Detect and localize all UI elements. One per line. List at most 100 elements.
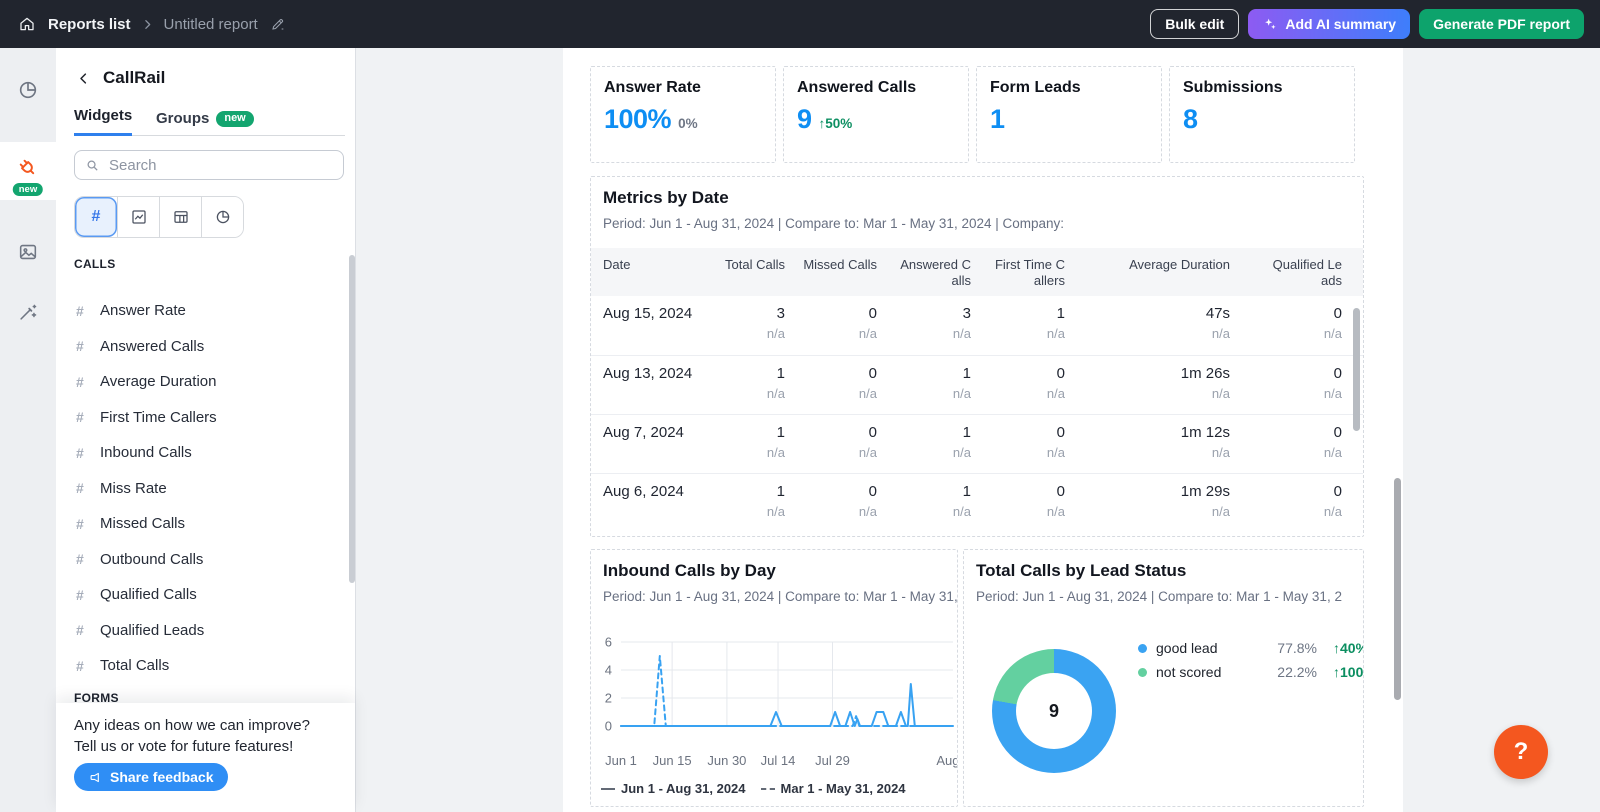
widget-list-item[interactable]: #Total Calls (56, 648, 355, 684)
pie-chart-icon (214, 208, 232, 226)
widget-item-label: Missed Calls (100, 515, 185, 532)
icon-rail: new (0, 48, 56, 812)
metric-card-title: Answered Calls (797, 79, 968, 97)
metric-card-value: 100% (604, 104, 671, 135)
metric-card-value: 8 (1183, 104, 1198, 135)
widget-list-item[interactable]: #Answered Calls (56, 329, 355, 365)
widget-list-item[interactable]: #First Time Callers (56, 400, 355, 436)
generate-pdf-button[interactable]: Generate PDF report (1419, 9, 1584, 39)
metrics-by-date-widget[interactable]: Metrics by Date Period: Jun 1 - Aug 31, … (590, 176, 1364, 537)
cell-compare-value: n/a (717, 504, 785, 519)
image-icon (17, 241, 39, 263)
rail-widgets-item[interactable] (0, 62, 56, 118)
table-row[interactable]: Aug 13, 20241n/a0n/a1n/a0n/a1m 26sn/a0n/… (591, 355, 1363, 414)
cell-value: 0 (1238, 365, 1342, 382)
widget-list-item[interactable]: #Qualified Calls (56, 577, 355, 613)
widget-item-label: Outbound Calls (100, 551, 203, 568)
cell-compare-value: n/a (979, 504, 1065, 519)
tab-groups-label: Groups (156, 110, 209, 127)
edit-pencil-icon[interactable] (268, 14, 288, 34)
metric-card[interactable]: Answer Rate100%0% (590, 66, 776, 163)
filter-number-widgets-button[interactable]: # (75, 197, 117, 237)
x-axis-tick: Jun 1 (605, 753, 637, 768)
cell-value: 3 (717, 305, 785, 322)
widget-title: Inbound Calls by Day (603, 561, 776, 581)
hash-icon: # (76, 551, 88, 567)
feedback-text: Any ideas on how we can improve? Tell us… (74, 715, 310, 757)
main-scrollbar[interactable] (1394, 478, 1401, 700)
cell-value: Aug 7, 2024 (603, 424, 709, 441)
cell-compare-value: n/a (979, 386, 1065, 401)
metric-card[interactable]: Answered Calls 9 ↑50% (783, 66, 969, 163)
widget-period: Period: Jun 1 - Aug 31, 2024 | Compare t… (603, 216, 1064, 231)
metric-card-value: 9 (797, 104, 812, 135)
table-row[interactable]: Aug 15, 20243n/a0n/a3n/a1n/a47sn/a0n/a (591, 296, 1363, 355)
cell-value: 0 (793, 305, 877, 322)
total-calls-by-lead-status-widget[interactable]: Total Calls by Lead Status Period: Jun 1… (963, 549, 1364, 807)
filter-line-chart-widgets-button[interactable] (117, 197, 159, 237)
table-cell-date: Aug 7, 2024 (603, 415, 717, 473)
filter-pie-chart-widgets-button[interactable] (201, 197, 243, 237)
cell-value: 0 (1238, 305, 1342, 322)
bulk-edit-button[interactable]: Bulk edit (1150, 9, 1239, 39)
back-chevron-icon[interactable] (74, 69, 93, 88)
cell-compare-value: n/a (885, 445, 971, 460)
tab-widgets[interactable]: Widgets (74, 107, 132, 136)
widget-list-item[interactable]: #Inbound Calls (56, 435, 355, 471)
widget-list-item[interactable]: #Miss Rate (56, 471, 355, 507)
legend-pct: 77.8% (1261, 640, 1317, 656)
legend-label: good lead (1156, 640, 1261, 656)
inbound-calls-by-day-widget[interactable]: Inbound Calls by Day Period: Jun 1 - Aug… (590, 549, 958, 807)
table-row[interactable]: Aug 7, 20241n/a0n/a1n/a0n/a1m 12sn/a0n/a (591, 414, 1363, 473)
report-canvas: Answer Rate100%0%Answered Calls9↑50%Form… (563, 48, 1403, 812)
metric-card[interactable]: Form Leads1 (976, 66, 1162, 163)
cell-compare-value: n/a (979, 326, 1065, 341)
cell-value: 0 (979, 424, 1065, 441)
y-axis-tick: 2 (605, 691, 612, 706)
widget-title: Metrics by Date (603, 188, 729, 208)
cell-value: Aug 15, 2024 (603, 305, 709, 322)
widget-list-item[interactable]: # Outbound Calls (56, 542, 355, 578)
metric-card-delta: ↑50% (819, 116, 853, 131)
widget-item-label: Miss Rate (100, 480, 167, 497)
hash-icon: # (76, 658, 88, 674)
sidebar-tabs: Widgets Groups new (56, 105, 355, 136)
table-row[interactable]: Aug 6, 20241n/a0n/a1n/a0n/a1m 29sn/a0n/a (591, 473, 1363, 532)
widget-list-item[interactable]: #Qualified Leads (56, 613, 355, 649)
breadcrumb-reports-list[interactable]: Reports list (48, 16, 131, 33)
share-feedback-button[interactable]: Share feedback (74, 763, 228, 791)
filter-table-widgets-button[interactable] (159, 197, 201, 237)
groups-new-badge: new (216, 111, 253, 127)
rail-ai-tools-item[interactable] (0, 284, 56, 340)
rail-images-item[interactable] (0, 224, 56, 280)
cell-value: 0 (793, 424, 877, 441)
widget-list-item[interactable]: #Average Duration (56, 364, 355, 400)
help-button[interactable]: ? (1494, 725, 1548, 779)
widget-period: Period: Jun 1 - Aug 31, 2024 | Compare t… (603, 589, 958, 604)
add-ai-summary-button[interactable]: Add AI summary (1248, 9, 1410, 39)
tab-groups[interactable]: Groups new (156, 110, 254, 136)
sidebar-scrollbar[interactable] (349, 255, 355, 583)
cell-value: 1 (885, 424, 971, 441)
table-cell-date: Aug 15, 2024 (603, 296, 717, 355)
rail-integrations-item[interactable]: new (0, 142, 56, 200)
cell-value: 1 (979, 305, 1065, 322)
cell-compare-value: n/a (793, 445, 877, 460)
home-icon[interactable] (16, 13, 38, 35)
chevron-right-icon (141, 18, 154, 31)
widget-list-item[interactable]: #Missed Calls (56, 506, 355, 542)
table-cell: 0n/a (979, 474, 1073, 532)
search-box[interactable] (74, 150, 344, 180)
search-input[interactable] (107, 156, 333, 175)
widget-type-filter: # (74, 196, 244, 238)
add-ai-summary-label: Add AI summary (1285, 16, 1396, 32)
widget-list-item[interactable]: #Answer Rate (56, 293, 355, 329)
x-axis-tick: Aug 31 (936, 753, 958, 768)
metric-card-title: Answer Rate (604, 79, 775, 97)
table-scrollbar[interactable] (1353, 308, 1360, 431)
legend-marker (761, 788, 775, 790)
magic-wand-icon (17, 301, 39, 323)
metric-card[interactable]: Submissions8 (1169, 66, 1355, 163)
table-cell: 1n/a (885, 474, 979, 532)
table-icon (172, 208, 190, 226)
